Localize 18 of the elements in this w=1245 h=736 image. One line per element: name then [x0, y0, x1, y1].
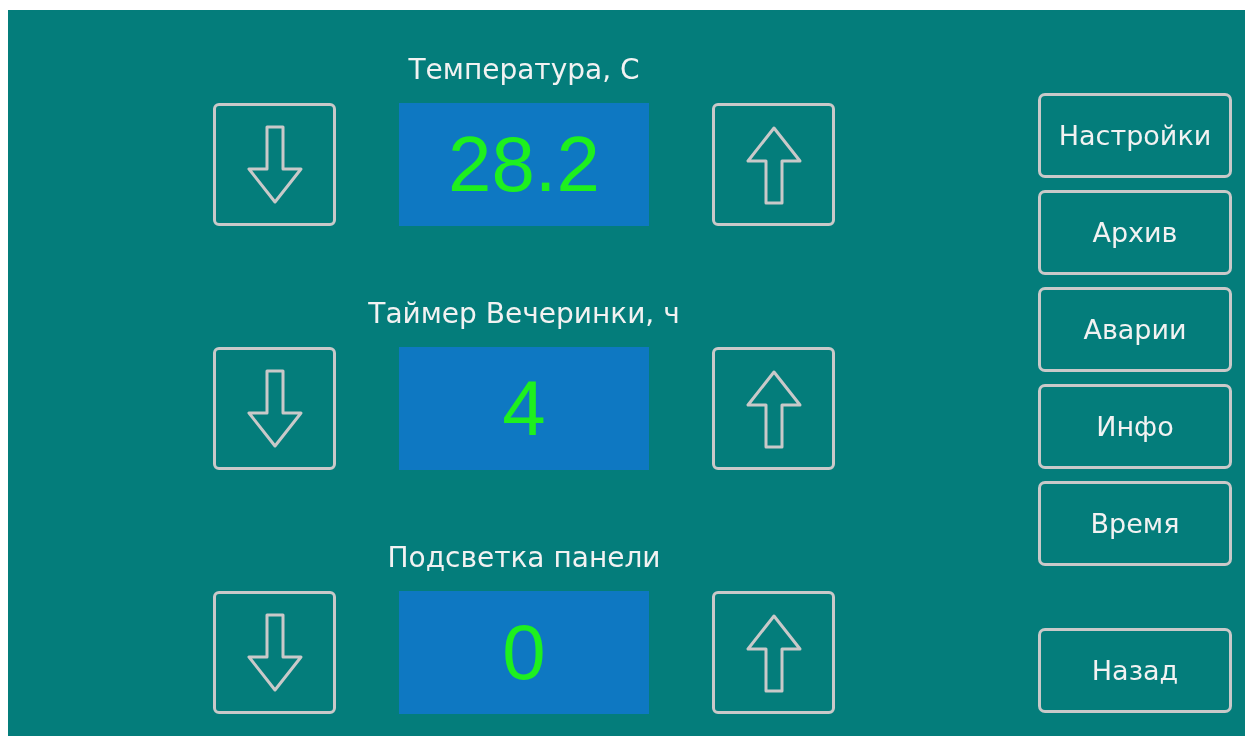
increase-button[interactable]: [712, 103, 835, 226]
menu-button[interactable]: Архив: [1038, 190, 1232, 275]
increase-button[interactable]: [712, 591, 835, 714]
back-button[interactable]: Назад: [1038, 628, 1232, 713]
parameter-label: Таймер Вечеринки, ч: [368, 296, 680, 332]
decrease-button[interactable]: [213, 347, 336, 470]
parameter-label: Подсветка панели: [387, 540, 661, 576]
value-display: 0: [399, 591, 649, 714]
value-display: 4: [399, 347, 649, 470]
value-display: 28.2: [399, 103, 649, 226]
menu-button[interactable]: Аварии: [1038, 287, 1232, 372]
menu-button[interactable]: Время: [1038, 481, 1232, 566]
menu-button[interactable]: Инфо: [1038, 384, 1232, 469]
increase-button[interactable]: [712, 347, 835, 470]
decrease-button[interactable]: [213, 591, 336, 714]
decrease-button[interactable]: [213, 103, 336, 226]
parameter-label: Температура, С: [408, 52, 640, 88]
menu-button[interactable]: Настройки: [1038, 93, 1232, 178]
